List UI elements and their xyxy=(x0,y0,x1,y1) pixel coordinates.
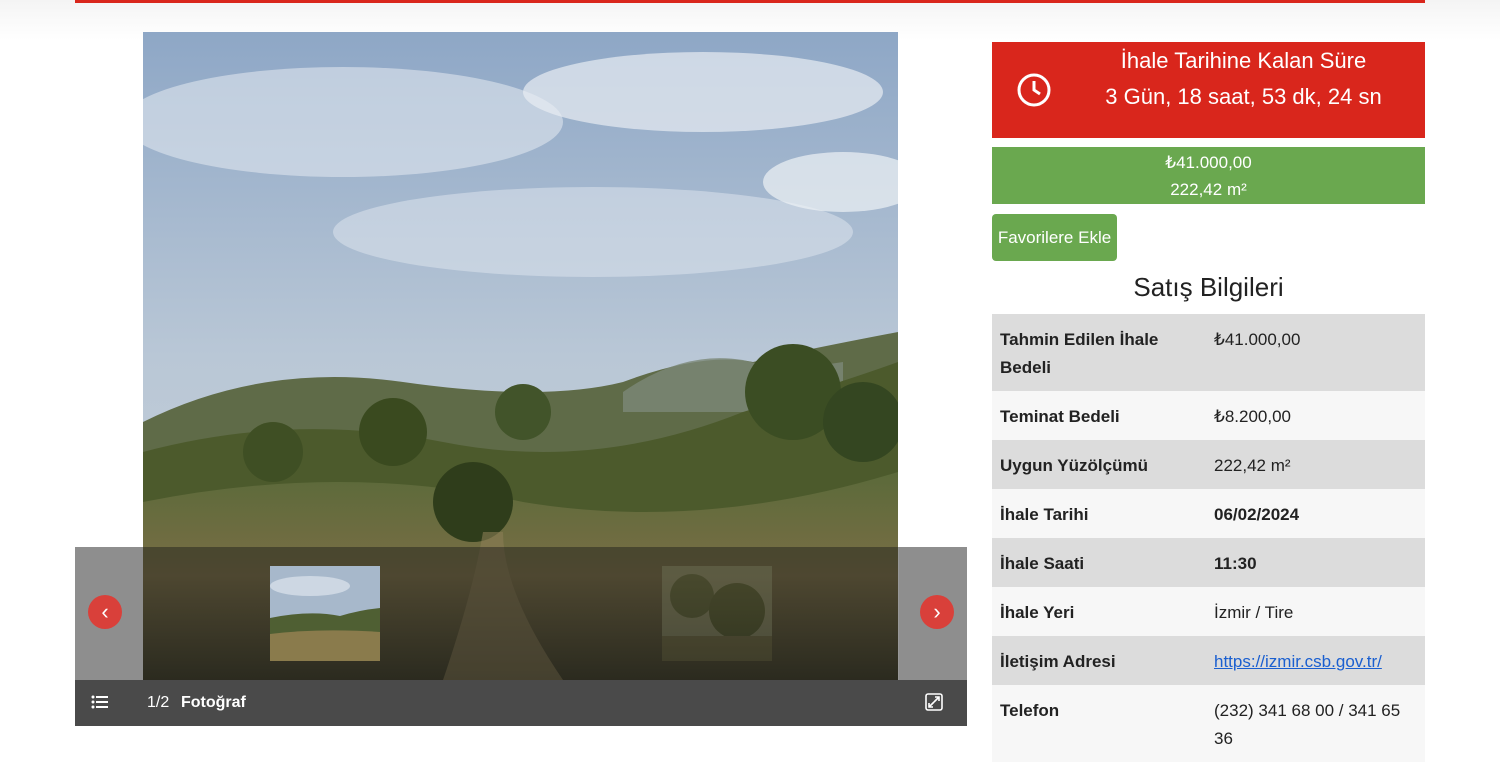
gallery-toolbar: 1/2 Fotoğraf xyxy=(75,680,967,726)
auction-countdown: İhale Tarihine Kalan Süre 3 Gün, 18 saat… xyxy=(992,42,1425,138)
thumbnail-strip: ‹ › xyxy=(75,547,967,680)
photo-caption: Fotoğraf xyxy=(181,694,246,711)
header-accent-line xyxy=(75,0,1425,3)
table-row: Teminat Bedeli ₺8.200,00 xyxy=(992,391,1425,440)
countdown-title: İhale Tarihine Kalan Süre xyxy=(1120,48,1367,73)
add-to-favorites-button[interactable]: Favorilere Ekle xyxy=(992,214,1117,261)
row-value: İzmir / Tire xyxy=(1214,603,1294,622)
price-area: 222,42 m² xyxy=(1170,180,1247,199)
thumbnail-1[interactable] xyxy=(270,566,380,661)
row-label: Teminat Bedeli xyxy=(1000,407,1120,426)
table-row: İhale Yeri İzmir / Tire xyxy=(992,587,1425,636)
contact-address-link[interactable]: https://izmir.csb.gov.tr/ xyxy=(1214,652,1382,671)
row-label: Tahmin Edilen İhale Bedeli xyxy=(1000,330,1159,377)
countdown-time: 3 Gün, 18 saat, 53 dk, 24 sn xyxy=(1105,84,1382,109)
price-amount: ₺41.000,00 xyxy=(1165,153,1252,172)
thumbnail-2[interactable] xyxy=(662,566,772,661)
photo-counter: 1/2 xyxy=(147,694,170,711)
row-label: Telefon xyxy=(1000,701,1060,720)
table-row: Tahmin Edilen İhale Bedeli ₺41.000,00 xyxy=(992,314,1425,391)
expand-icon[interactable] xyxy=(925,693,943,716)
row-value: ₺41.000,00 xyxy=(1214,330,1301,349)
chevron-left-icon: ‹ xyxy=(101,599,109,624)
table-row: İletişim Adresi https://izmir.csb.gov.tr… xyxy=(992,636,1425,685)
list-icon[interactable] xyxy=(91,694,109,715)
table-row: Uygun Yüzölçümü 222,42 m² xyxy=(992,440,1425,489)
table-row: Telefon (232) 341 68 00 / 341 65 36 xyxy=(992,685,1425,762)
row-value: 11:30 xyxy=(1214,554,1257,573)
clock-icon xyxy=(1016,72,1052,113)
row-label: İhale Yeri xyxy=(1000,603,1075,622)
sales-info-title: Satış Bilgileri xyxy=(1133,272,1284,302)
row-value: https://izmir.csb.gov.tr/ xyxy=(1206,636,1425,685)
row-label: İhale Saati xyxy=(1000,554,1085,573)
row-label: İhale Tarihi xyxy=(1000,505,1089,524)
row-value: 222,42 m² xyxy=(1214,456,1291,475)
row-label: Uygun Yüzölçümü xyxy=(1000,456,1148,475)
previous-photo-button[interactable]: ‹ xyxy=(88,595,122,629)
sales-info-table: Tahmin Edilen İhale Bedeli ₺41.000,00 Te… xyxy=(992,314,1425,762)
row-value: (232) 341 68 00 / 341 65 36 xyxy=(1214,701,1401,748)
row-value: ₺8.200,00 xyxy=(1214,407,1291,426)
row-label: İletişim Adresi xyxy=(1000,652,1116,671)
next-photo-button[interactable]: › xyxy=(920,595,954,629)
photo-gallery: ‹ › 1/2 Fotoğraf xyxy=(75,32,967,726)
table-row: İhale Saati 11:30 xyxy=(992,538,1425,587)
price-summary: ₺41.000,00 222,42 m² xyxy=(992,147,1425,204)
row-value: 06/02/2024 xyxy=(1214,505,1300,524)
table-row: İhale Tarihi 06/02/2024 xyxy=(992,489,1425,538)
chevron-right-icon: › xyxy=(933,599,941,624)
